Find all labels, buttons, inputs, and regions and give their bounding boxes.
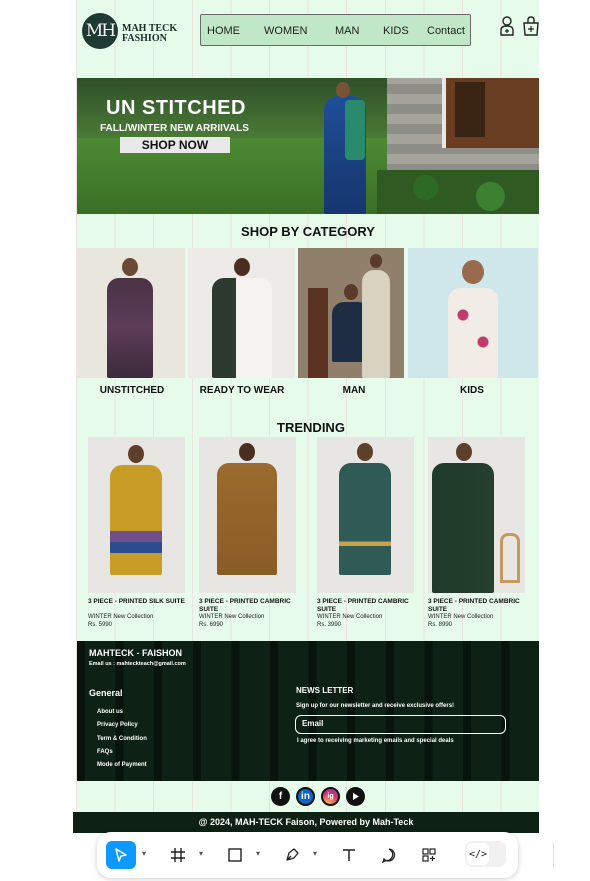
instagram-icon[interactable]: ig: [321, 787, 340, 806]
move-tool[interactable]: [106, 841, 136, 869]
product-price: Rs. 6990: [199, 622, 224, 628]
youtube-icon[interactable]: [346, 787, 365, 806]
category-image-man[interactable]: [298, 248, 404, 378]
product-name[interactable]: 3 PIECE - PRINTED CAMBRIC SUITE: [428, 598, 525, 614]
nav-man[interactable]: MAN: [335, 25, 359, 37]
product-image[interactable]: [428, 437, 525, 593]
product-collection: WINTER New Collection: [428, 614, 494, 620]
product-price: Rs. 3990: [317, 622, 342, 628]
product-image[interactable]: [199, 437, 296, 593]
category-label-man[interactable]: MAN: [304, 385, 404, 396]
footer-link-about[interactable]: About us: [97, 709, 123, 715]
newsletter-subtitle: Sign up for our newsletter and receive e…: [296, 703, 455, 709]
hero-title: UN STITCHED: [106, 97, 246, 119]
chevron-down-icon[interactable]: ▾: [313, 849, 321, 859]
category-section-title: SHOP BY CATEGORY: [241, 224, 375, 239]
toolbar-divider: [553, 842, 554, 868]
code-icon[interactable]: </>: [467, 843, 489, 865]
nav-kids[interactable]: KIDS: [383, 25, 409, 37]
user-plus-icon[interactable]: [500, 16, 516, 36]
footer-general-title: General: [89, 688, 123, 698]
product-price: Rs. 5990: [88, 622, 113, 628]
product-image[interactable]: [88, 437, 185, 593]
components-icon: [422, 848, 436, 862]
newsletter-title: NEWS LETTER: [296, 686, 354, 695]
product-name[interactable]: 3 PIECE - PRINTED CAMBRIC SUITE: [317, 598, 414, 614]
newsletter-email-input[interactable]: [295, 715, 506, 734]
shape-tool[interactable]: [220, 841, 250, 869]
nav-contact[interactable]: Contact: [427, 25, 465, 37]
chevron-down-icon[interactable]: ▾: [199, 849, 207, 859]
brand-logo[interactable]: MH: [82, 13, 118, 49]
category-image-ready-to-wear[interactable]: [188, 248, 295, 378]
product-collection: WINTER New Collection: [317, 614, 383, 620]
assets-tool[interactable]: [414, 841, 444, 869]
rectangle-icon: [228, 848, 242, 862]
footer-brand: MAHTECK - FAISHON: [89, 648, 182, 658]
design-toolbar: ▾ ▾ ▾ ▾: [97, 832, 554, 878]
category-label-ready-to-wear[interactable]: READY TO WEAR: [186, 385, 298, 396]
product-collection: WINTER New Collection: [88, 614, 154, 620]
frame-icon: [171, 848, 185, 862]
category-label-kids[interactable]: KIDS: [420, 385, 524, 396]
product-name[interactable]: 3 PIECE - PRINTED SILK SUITE: [88, 598, 185, 606]
copyright-bar: @ 2024, MAH-TECK Faison, Powered by Mah-…: [73, 812, 539, 833]
nav-women[interactable]: WOMEN: [264, 25, 307, 37]
footer-email[interactable]: Email us : mahteckteach@gmail.com: [89, 661, 186, 667]
hero-subtitle: FALL/WINTER NEW ARRIIVALS: [100, 123, 249, 134]
category-label-unstitched[interactable]: UNSTITCHED: [77, 385, 187, 396]
text-tool[interactable]: [334, 841, 364, 869]
hero-window-glass: [455, 82, 485, 137]
cursor-icon: [115, 848, 127, 862]
chevron-down-icon[interactable]: ▾: [256, 849, 264, 859]
brand-name-line2: FASHION: [122, 33, 167, 44]
nav-home[interactable]: HOME: [207, 25, 240, 37]
hero-plants: [377, 170, 539, 214]
footer-link-faqs[interactable]: FAQs: [97, 749, 113, 755]
footer-link-payment[interactable]: Mode of Payment: [97, 762, 147, 768]
footer-link-terms[interactable]: Term & Condition: [97, 736, 147, 742]
pen-tool[interactable]: [277, 841, 307, 869]
hero-model-scarf: [345, 100, 365, 160]
shop-now-button[interactable]: SHOP NOW: [120, 137, 230, 153]
canvas: MH MAH TECK FASHION HOME WOMEN MAN KIDS …: [0, 0, 590, 881]
frame-tool[interactable]: [163, 841, 193, 869]
newsletter-email-placeholder: Email: [302, 719, 324, 728]
pen-icon: [286, 848, 299, 861]
facebook-icon[interactable]: f: [271, 787, 290, 806]
chevron-down-icon[interactable]: ▾: [142, 849, 150, 859]
brand-name[interactable]: MAH TECK FASHION: [122, 24, 182, 44]
category-image-kids[interactable]: [408, 248, 538, 378]
product-collection: WINTER New Collection: [199, 614, 265, 620]
hero-model-head: [336, 82, 350, 98]
main-nav: HOME WOMEN MAN KIDS Contact: [200, 14, 471, 46]
product-image[interactable]: [317, 437, 414, 593]
footer-link-privacy[interactable]: Privacy Policy: [97, 722, 138, 728]
product-name[interactable]: 3 PIECE - PRINTED CAMBRIC SUITE: [199, 598, 296, 614]
comment-icon: [381, 848, 396, 863]
trending-section-title: TRENDING: [277, 420, 345, 435]
product-price: Rs. 8990: [428, 622, 453, 628]
play-icon: [353, 793, 359, 800]
text-icon: [343, 849, 355, 861]
cart-icon[interactable]: [522, 16, 540, 36]
comment-tool[interactable]: [374, 841, 404, 869]
category-image-unstitched[interactable]: [77, 248, 185, 378]
newsletter-consent[interactable]: I agree to receiving marketing emails an…: [297, 738, 454, 744]
linkedin-icon[interactable]: in: [296, 787, 315, 806]
